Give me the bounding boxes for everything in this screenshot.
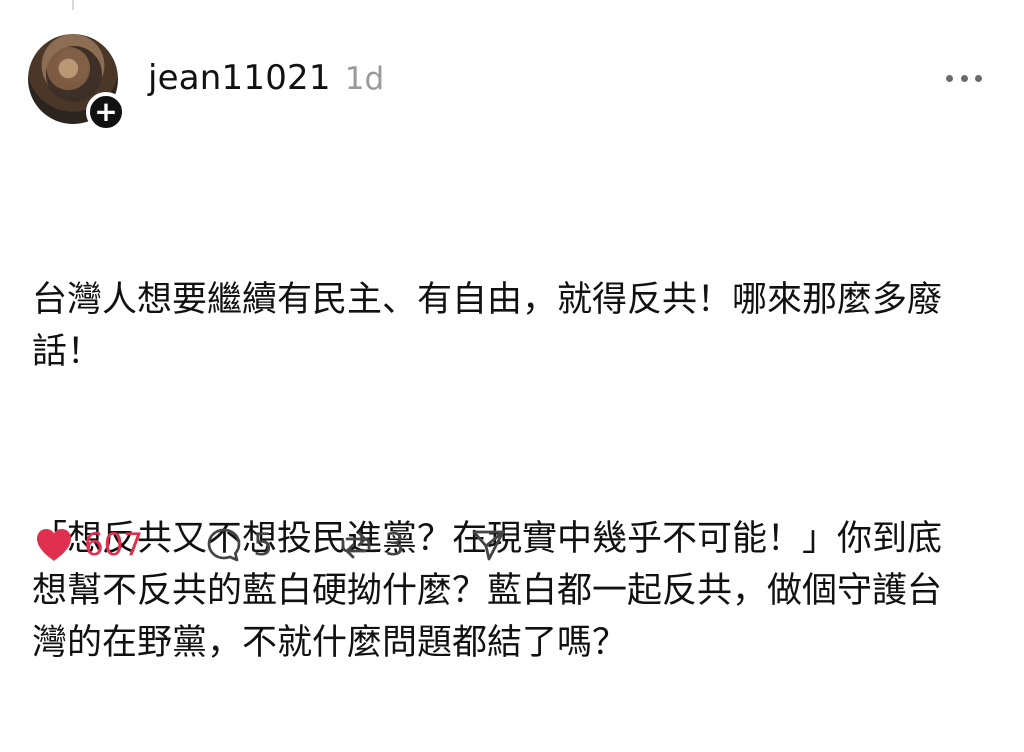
more-options-icon bbox=[975, 74, 982, 82]
cat-avatar-image bbox=[46, 46, 102, 102]
more-options-icon bbox=[960, 74, 968, 82]
repost-count: 3 bbox=[384, 527, 405, 563]
username[interactable]: jean11021 bbox=[148, 58, 331, 98]
post-header: jean11021 1d bbox=[148, 58, 384, 102]
share-button[interactable] bbox=[469, 524, 507, 566]
like-button[interactable]: 607 bbox=[34, 524, 143, 566]
comment-count: 5 bbox=[253, 527, 273, 563]
more-options-icon bbox=[946, 74, 953, 82]
post-actions: 607 5 3 bbox=[34, 524, 507, 566]
repost-button[interactable]: 3 bbox=[337, 524, 405, 566]
send-icon bbox=[469, 526, 507, 564]
post-time: 1d bbox=[344, 61, 385, 97]
heart-icon bbox=[34, 527, 74, 563]
post-paragraph: 台灣人想要繼續有民主、有自由，就得反共！哪來那麼多廢話！ bbox=[32, 280, 943, 372]
comment-icon bbox=[205, 526, 243, 564]
repost-icon bbox=[337, 526, 375, 564]
more-options-button[interactable] bbox=[946, 70, 982, 86]
plus-icon: + bbox=[94, 95, 118, 128]
follow-button[interactable]: + bbox=[86, 92, 126, 132]
like-count: 607 bbox=[84, 527, 144, 563]
thread-line bbox=[72, 0, 74, 10]
comment-button[interactable]: 5 bbox=[205, 524, 273, 566]
post-body: 台灣人想要繼續有民主、有自由，就得反共！哪來那麼多廢話！ 「想反共又不想投民進黨… bbox=[32, 170, 972, 752]
